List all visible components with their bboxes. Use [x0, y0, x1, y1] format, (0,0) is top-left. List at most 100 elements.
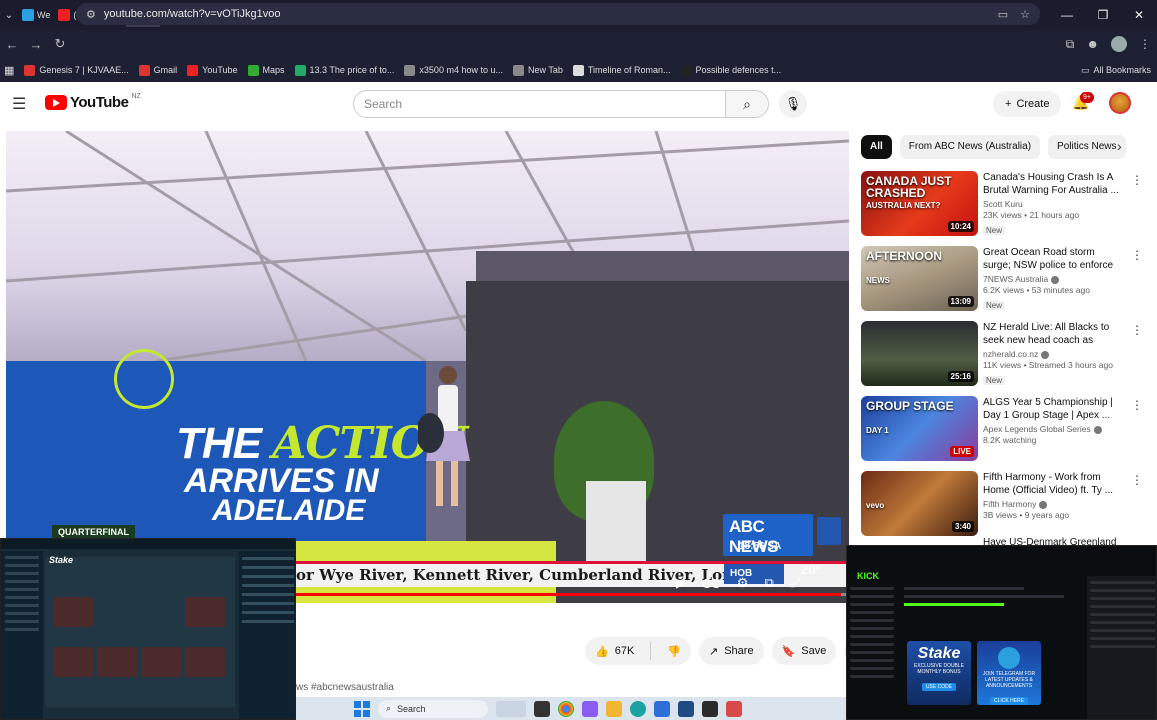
bookmark-item[interactable]: YouTube	[187, 64, 238, 76]
close-window-icon[interactable]: ✕	[1121, 0, 1157, 30]
all-bookmarks[interactable]: ▭ All Bookmarks	[1081, 58, 1151, 82]
bookmark-item[interactable]: Possible defences t...	[680, 64, 781, 76]
maximize-icon[interactable]: ❐	[1085, 0, 1121, 30]
filter-chip[interactable]: Politics News	[1048, 135, 1126, 159]
more-options-icon[interactable]: ⋮	[1131, 248, 1143, 262]
tab-search-chevron-icon[interactable]: ⌄	[0, 10, 18, 21]
bookmark-item[interactable]: Genesis 7 | KJVAAE...	[24, 64, 129, 76]
store-icon[interactable]	[678, 700, 694, 717]
mail-icon[interactable]	[654, 700, 670, 717]
filter-chip[interactable]: All	[861, 135, 892, 159]
video-player[interactable]: THE ACTION ARRIVES IN ADELAIDE QUARTERFI…	[6, 131, 849, 603]
promo-button[interactable]: USE CODE	[921, 683, 957, 691]
overlay-window-stream[interactable]: KICK Stake EXCLUSIVE DOUBLE MONTHLY BONU…	[846, 545, 1157, 720]
reload-icon[interactable]: ↻	[48, 36, 72, 52]
video-thumbnail[interactable]: CANADA JUST CRASHED AUSTRALIA NEXT? 10:24	[861, 171, 978, 236]
taskbar-search[interactable]: ⌕ Search	[378, 699, 488, 718]
promo-panel-bonus[interactable]: Stake EXCLUSIVE DOUBLE MONTHLY BONUS USE…	[907, 641, 971, 705]
video-title[interactable]: Fifth Harmony - Work from Home (Official…	[983, 471, 1125, 497]
recommended-video[interactable]: CANADA JUST CRASHED AUSTRALIA NEXT? 10:24 C…	[861, 171, 1143, 246]
app-icon[interactable]	[582, 700, 598, 717]
channel-name[interactable]: nzherald.co.nz	[983, 349, 1125, 359]
promo-button[interactable]: CLICK HERE	[989, 697, 1028, 705]
task-view-icon[interactable]	[534, 700, 550, 717]
miniplayer-icon[interactable]: ⧉	[764, 575, 773, 591]
recommended-video[interactable]: GROUP STAGE DAY 1 LIVE ALGS Year 5 Champion…	[861, 396, 1143, 471]
description-hashtags[interactable]: ws #abcnewsaustralia	[296, 682, 394, 693]
recommended-video[interactable]: AFTERNOON NEWS 13:09 Great Ocean Road storm…	[861, 246, 1143, 321]
fullscreen-icon[interactable]: ⤢	[790, 575, 800, 591]
video-title[interactable]: Canada's Housing Crash Is A Brutal Warni…	[983, 171, 1125, 197]
youtube-logo[interactable]: YouTube NZ	[45, 93, 141, 111]
chevron-right-icon[interactable]: ›	[1117, 138, 1122, 154]
video-thumbnail[interactable]: AFTERNOON NEWS 13:09	[861, 246, 978, 311]
cast-icon[interactable]: ▭	[998, 8, 1008, 21]
more-options-icon[interactable]: ⋮	[1131, 323, 1143, 337]
app-icon[interactable]	[702, 700, 718, 717]
profile-icon[interactable]: ☻	[1086, 37, 1099, 51]
extensions-icon[interactable]: ⧉	[1066, 37, 1075, 52]
save-button[interactable]: 🔖 Save	[771, 637, 837, 665]
bookmark-item[interactable]: Gmail	[138, 64, 177, 76]
more-options-icon[interactable]: ⋮	[1131, 173, 1143, 187]
address-bar[interactable]: ⚙ youtube.com/watch?v=vOTiJkg1voo ▭ ☆	[76, 3, 1040, 25]
channel-name[interactable]: Apex Legends Global Series	[983, 424, 1125, 434]
search-button[interactable]: ⌕	[725, 90, 769, 118]
apps-grid-icon[interactable]: ▦	[4, 64, 14, 77]
browser-tab[interactable]: We	[18, 3, 54, 27]
widgets-icon[interactable]	[496, 700, 526, 717]
bookmark-item[interactable]: New Tab	[512, 64, 563, 76]
dislike-button[interactable]: 👎	[657, 637, 691, 665]
recommended-video[interactable]: 25:16 NZ Herald Live: All Blacks to seek …	[861, 321, 1143, 396]
bookmark-item[interactable]: Timeline of Roman...	[572, 64, 671, 76]
game-card[interactable]	[53, 647, 93, 677]
video-title[interactable]: NZ Herald Live: All Blacks to seek new h…	[983, 321, 1125, 347]
voice-search-button[interactable]: 🎙	[779, 90, 807, 118]
channel-name[interactable]: Fifth Harmony	[983, 499, 1125, 509]
video-thumbnail[interactable]: 25:16	[861, 321, 978, 386]
minimize-icon[interactable]: —	[1049, 0, 1085, 30]
game-card[interactable]	[141, 647, 181, 677]
telegram-app-icon[interactable]	[726, 700, 742, 717]
settings-gear-icon[interactable]: ⚙	[737, 575, 749, 591]
video-title[interactable]: ALGS Year 5 Championship | Day 1 Group S…	[983, 396, 1125, 422]
video-thumbnail[interactable]: GROUP STAGE DAY 1 LIVE	[861, 396, 978, 461]
more-options-icon[interactable]: ⋮	[1131, 473, 1143, 487]
bookmark-item[interactable]: Maps	[247, 64, 285, 76]
windows-start-icon[interactable]	[354, 700, 370, 717]
recommended-video[interactable]: vevo 3:40 Fifth Harmony - Work from Home (…	[861, 471, 1143, 546]
chrome-icon[interactable]	[558, 700, 574, 717]
bookmark-star-icon[interactable]: ☆	[1020, 8, 1030, 21]
like-button[interactable]: 👍 67K	[585, 637, 644, 665]
channel-name[interactable]: 7NEWS Australia	[983, 274, 1125, 284]
share-button[interactable]: ↗ Share	[698, 637, 764, 665]
new-badge: New	[983, 301, 1006, 310]
forward-arrow-icon[interactable]: →	[24, 37, 48, 52]
autoplay-toggle-icon[interactable]: ▶	[676, 575, 686, 591]
video-thumbnail[interactable]: vevo 3:40	[861, 471, 978, 536]
follow-bar[interactable]	[904, 603, 1004, 606]
bookmark-item[interactable]: 13.3 The price of to...	[294, 64, 394, 76]
more-options-icon[interactable]: ⋮	[1131, 398, 1143, 412]
file-explorer-icon[interactable]	[606, 700, 622, 717]
game-card[interactable]	[185, 647, 225, 677]
site-info-icon[interactable]: ⚙	[86, 8, 96, 21]
subtitles-icon[interactable]: CC	[702, 576, 721, 591]
create-button[interactable]: + Create	[993, 91, 1062, 117]
game-card[interactable]	[185, 597, 225, 627]
filter-chip[interactable]: From ABC News (Australia)	[899, 135, 1041, 159]
edge-icon[interactable]	[630, 700, 646, 717]
account-avatar[interactable]	[1109, 92, 1131, 114]
overlay-window-casino[interactable]: Stake	[0, 538, 296, 720]
bookmark-item[interactable]: x3500 m4 how to u...	[404, 64, 503, 76]
search-input[interactable]: Search	[353, 90, 726, 118]
video-title[interactable]: Great Ocean Road storm surge; NSW police…	[983, 246, 1125, 272]
promo-panel-telegram[interactable]: JOIN TELEGRAM FOR LATEST UPDATES & ANNOU…	[977, 641, 1041, 705]
guide-menu-icon[interactable]: ☰	[12, 94, 26, 114]
channel-name[interactable]: Scott Kuru	[983, 199, 1125, 209]
game-card[interactable]	[53, 597, 93, 627]
back-arrow-icon[interactable]: ←	[0, 37, 24, 52]
browser-menu-icon[interactable]: ⋮	[1139, 37, 1151, 51]
browser-avatar[interactable]	[1111, 36, 1127, 52]
game-card[interactable]	[97, 647, 137, 677]
